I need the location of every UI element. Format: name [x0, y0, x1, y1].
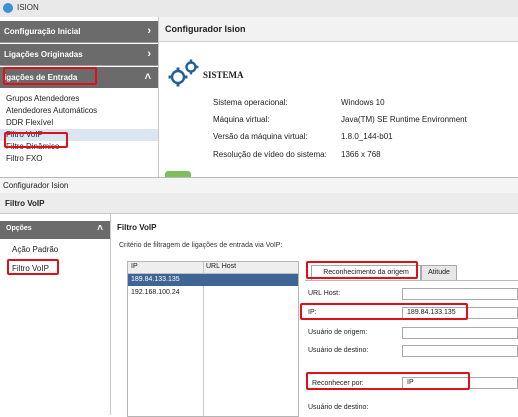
panel-title: Filtro VoIP: [117, 223, 157, 232]
main-header: Configurador Ision: [159, 17, 518, 42]
gears-icon: [167, 59, 199, 91]
sidebar-item-filtro-fxo[interactable]: Filtro FXO: [0, 153, 158, 165]
usuario-destino-input[interactable]: [402, 345, 518, 357]
page-header: Filtro VoIP: [0, 193, 518, 214]
accordion-configuracao-inicial[interactable]: Configuração Inicial ›: [0, 21, 158, 42]
usuario-destino-label-2: Usuário de destino:: [308, 404, 369, 411]
divider: [0, 65, 158, 66]
table-row[interactable]: 192.168.100.24: [128, 287, 298, 299]
page-title: Filtro VoIP: [5, 199, 45, 208]
table-cell-ip: 189.84.133.135: [131, 276, 180, 283]
highlight-box: [300, 303, 468, 320]
highlight-box: [4, 132, 68, 148]
top-sidebar: Configuração Inicial › Ligações Originad…: [0, 17, 159, 177]
sidebar-list: Grupos Atendedores Atendedores Automátic…: [0, 93, 158, 165]
usuario-origem-label: Usuário de origem:: [308, 329, 368, 336]
chevron-up-icon: ˄: [97, 223, 103, 234]
window-title: ISION: [17, 3, 39, 12]
accordion-label: Ligações Originadas: [4, 50, 83, 59]
sidebar-item-acao-padrao[interactable]: Ação Padrão: [12, 245, 58, 254]
table-cell-ip: 192.168.100.24: [131, 289, 180, 296]
app-logo-icon: [3, 3, 13, 13]
sidebar-item-atendedores-automaticos[interactable]: Atendedores Automáticos: [0, 105, 158, 117]
info-label: Máquina virtual:: [213, 115, 270, 124]
info-value: 1366 x 768: [341, 150, 381, 159]
top-window-titlebar: ISION: [0, 0, 518, 18]
divider: [0, 42, 158, 43]
url-host-label: URL Host:: [308, 290, 341, 297]
url-host-input[interactable]: [402, 288, 518, 300]
accordion-opcoes[interactable]: Opções ˄: [0, 221, 110, 239]
highlight-box: [7, 259, 59, 275]
chevron-right-icon: ›: [147, 25, 151, 37]
chevron-right-icon: ›: [147, 48, 151, 60]
accordion-label: Configuração Inicial: [4, 27, 81, 36]
bottom-sidebar: Opções ˄ Ação Padrão Filtro VoIP: [0, 214, 111, 415]
column-header-url-host[interactable]: URL Host: [206, 263, 236, 270]
bottom-window-titlebar: Configurador Ision: [0, 177, 518, 194]
info-label: Versão da máquina virtual:: [213, 132, 308, 141]
usuario-destino-label: Usuário de destino:: [308, 347, 369, 354]
info-value: Windows 10: [341, 98, 385, 107]
criteria-label: Critério de filtragem de ligações de ent…: [119, 242, 283, 249]
window-title: Configurador Ision: [3, 181, 69, 190]
tab-atitude[interactable]: Atitude: [421, 265, 457, 280]
usuario-origem-input[interactable]: [402, 327, 518, 339]
info-label: Resolução de vídeo do sistema:: [213, 150, 327, 159]
main-header-title: Configurador Ision: [165, 24, 246, 34]
accordion-label: Opções: [6, 225, 32, 232]
highlight-box: [306, 372, 470, 390]
accordion-ligacoes-originadas[interactable]: Ligações Originadas ›: [0, 44, 158, 65]
top-main-panel: Configurador Ision SISTEMA Sistema opera…: [159, 17, 518, 177]
table-header: IP URL Host: [128, 262, 298, 274]
column-header-ip[interactable]: IP: [131, 263, 138, 270]
info-value: Java(TM) SE Runtime Environment: [341, 115, 467, 124]
info-label: Sistema operacional:: [213, 98, 288, 107]
highlight-box: [306, 261, 418, 279]
highlight-box: [3, 67, 97, 85]
sidebar-item-grupos-atendedores[interactable]: Grupos Atendedores: [0, 93, 158, 105]
ip-table: IP URL Host 189.84.133.135 192.168.100.2…: [127, 261, 299, 417]
info-value: 1.8.0_144-b01: [341, 132, 393, 141]
sidebar-item-ddr-flexivel[interactable]: DDR Flexível: [0, 117, 158, 129]
chevron-up-icon: ˄: [144, 71, 151, 83]
section-title: SISTEMA: [203, 70, 244, 80]
table-row[interactable]: 189.84.133.135: [128, 274, 298, 286]
